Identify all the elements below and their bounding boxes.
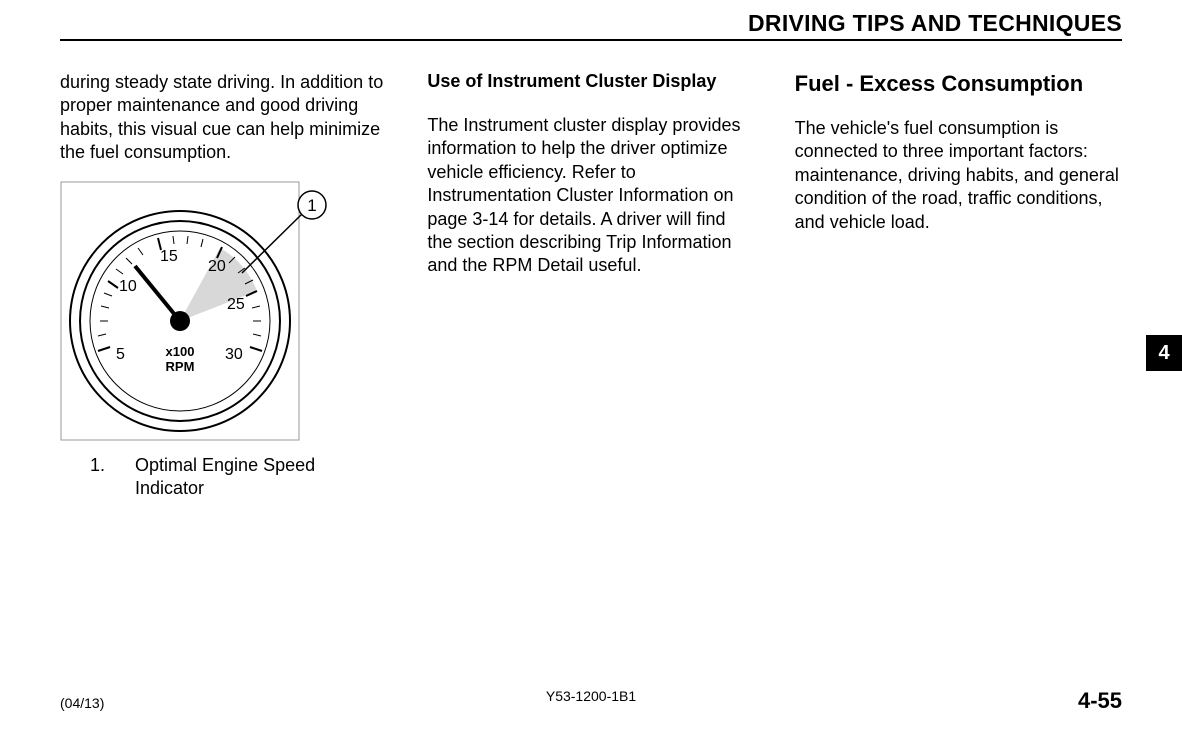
gauge-unit-top: x100 [166, 344, 195, 359]
page-footer: (04/13) Y53-1200-1B1 4-55 [60, 688, 1122, 714]
figure-caption: 1. Optimal Engine Speed Indicator [90, 454, 387, 501]
tick-label-15: 15 [160, 248, 178, 265]
gauge-unit-bottom: RPM [166, 359, 195, 374]
caption-number: 1. [90, 454, 105, 501]
column-left: during steady state driving. In addition… [60, 71, 387, 500]
footer-center: Y53-1200-1B1 [546, 688, 636, 704]
tick-label-20: 20 [208, 258, 226, 275]
footer-right: 4-55 [1078, 688, 1122, 714]
callout-leader [242, 213, 303, 273]
intro-paragraph: during steady state driving. In addition… [60, 71, 387, 165]
tick-label-25: 25 [227, 296, 245, 313]
tick-label-30: 30 [225, 346, 243, 363]
col2-subhead: Use of Instrument Cluster Display [427, 71, 754, 92]
gauge-figure: 5 10 15 20 25 30 x100 RPM 1 [60, 181, 387, 446]
footer-left: (04/13) [60, 695, 104, 711]
col2-body: The Instrument cluster display provides … [427, 114, 754, 278]
tick-label-10: 10 [119, 278, 137, 295]
page-header: DRIVING TIPS AND TECHNIQUES [60, 0, 1122, 41]
column-right: Fuel - Excess Consumption The vehicle's … [795, 71, 1122, 500]
col3-body: The vehicle's fuel consumption is connec… [795, 117, 1122, 234]
chapter-tab: 4 [1146, 335, 1182, 371]
column-middle: Use of Instrument Cluster Display The In… [427, 71, 754, 500]
tachometer-illustration: 5 10 15 20 25 30 x100 RPM 1 [60, 181, 330, 441]
caption-text: Optimal Engine Speed Indicator [135, 454, 387, 501]
col3-section-head: Fuel - Excess Consumption [795, 71, 1122, 97]
tick-label-5: 5 [116, 346, 125, 363]
content-columns: during steady state driving. In addition… [60, 71, 1122, 500]
callout-number: 1 [307, 196, 316, 215]
